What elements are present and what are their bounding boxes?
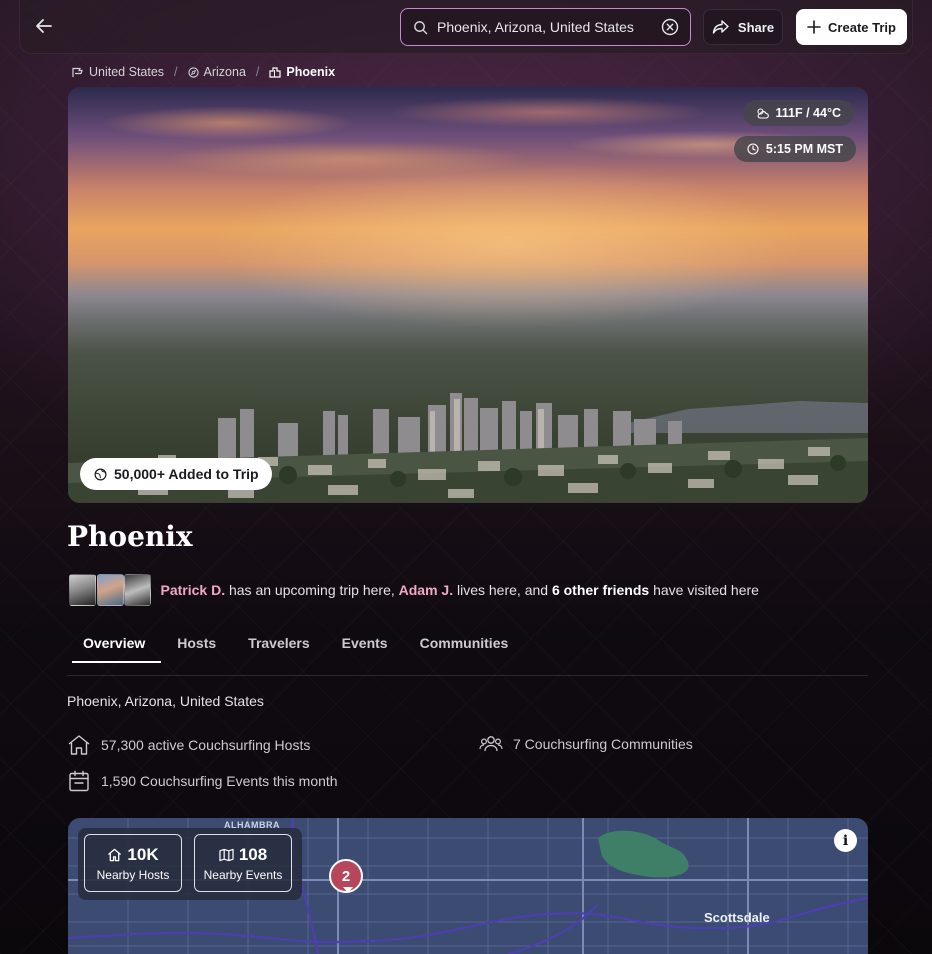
clear-circle-icon [661, 18, 679, 36]
calendar-icon [69, 770, 89, 792]
tab-travelers[interactable]: Travelers [232, 619, 326, 667]
group-icon [479, 736, 503, 752]
local-time-badge: 5:15 PM MST [733, 136, 856, 162]
hosts-stat: 57,300 active Couchsurfing Hosts [67, 734, 310, 756]
flag-icon [72, 67, 83, 77]
friends-text-segment: has an upcoming trip here, [225, 582, 399, 598]
friend-link-patrick[interactable]: Patrick D. [161, 582, 226, 598]
avatar[interactable] [69, 574, 96, 606]
tab-overview[interactable]: Overview [67, 619, 162, 667]
friends-text-segment: lives here, and [453, 582, 552, 598]
search-input[interactable] [437, 19, 660, 35]
tab-communities[interactable]: Communities [404, 619, 525, 667]
clock-icon [747, 143, 759, 155]
added-to-trip-text: 50,000+ Added to Trip [114, 466, 259, 482]
arrow-left-icon [36, 19, 52, 33]
events-stat-text: 1,590 Couchsurfing Events this month [101, 773, 338, 789]
search-field[interactable] [400, 8, 691, 46]
breadcrumb-item-country[interactable]: United States [72, 65, 164, 79]
tab-hosts[interactable]: Hosts [161, 619, 232, 667]
tab-events[interactable]: Events [326, 619, 404, 667]
share-icon [712, 20, 729, 34]
city-icon [269, 66, 282, 78]
breadcrumb-label: United States [89, 65, 165, 79]
clear-search-button[interactable] [660, 17, 680, 37]
communities-stat: 7 Couchsurfing Communities [479, 734, 693, 754]
location-text: Phoenix, Arizona, United States [67, 693, 264, 709]
nearby-events-button[interactable]: 108 Nearby Events [194, 834, 292, 892]
cloud-sun-icon [756, 108, 769, 119]
nearby-hosts-count: 10K [127, 844, 159, 864]
avatar[interactable] [124, 574, 151, 606]
events-stat: 1,590 Couchsurfing Events this month [67, 770, 338, 792]
hosts-stat-text: 57,300 active Couchsurfing Hosts [101, 737, 311, 753]
city-hero-image: 111F / 44°C 5:15 PM MST 50,000+ Added to… [68, 87, 868, 503]
home-icon [108, 848, 122, 861]
friends-text-segment: have visited here [649, 582, 759, 598]
place-label-scottsdale: Scottsdale [704, 910, 770, 925]
city-title: Phoenix [67, 520, 193, 553]
map-cluster-pin[interactable]: 2 [329, 859, 363, 893]
map-icon [219, 848, 234, 861]
create-trip-button[interactable]: Create Trip [796, 9, 907, 45]
home-icon [68, 735, 90, 755]
nearby-hosts-label: Nearby Hosts [96, 867, 170, 882]
top-bar: Share Create Trip [19, 0, 913, 54]
breadcrumb-item-city: Phoenix [269, 65, 335, 79]
breadcrumb-separator: / [255, 65, 260, 79]
globe-icon [94, 468, 107, 480]
other-friends-link[interactable]: 6 other friends [552, 582, 649, 598]
temperature-text: 111F / 44°C [775, 106, 841, 120]
breadcrumb: United States / Arizona / Phoenix [72, 64, 335, 80]
friends-activity: Patrick D. has an upcoming trip here, Ad… [69, 574, 759, 606]
back-button[interactable] [30, 12, 58, 40]
nearby-hosts-button[interactable]: 10K Nearby Hosts [84, 834, 182, 892]
breadcrumb-label: Phoenix [286, 65, 336, 79]
friends-summary: Patrick D. has an upcoming trip here, Ad… [161, 582, 759, 598]
added-to-trip-pill[interactable]: 50,000+ Added to Trip [80, 458, 272, 490]
nearby-events-label: Nearby Events [203, 867, 283, 882]
compass-icon [187, 66, 199, 78]
friend-avatars[interactable] [69, 574, 152, 606]
nearby-events-count: 108 [238, 844, 268, 864]
breadcrumb-label: Arizona [203, 65, 246, 79]
breadcrumb-item-state[interactable]: Arizona [187, 65, 246, 79]
create-trip-label: Create Trip [828, 19, 896, 35]
friend-link-adam[interactable]: Adam J. [399, 582, 453, 598]
plus-icon [807, 20, 821, 34]
city-tabs: Overview Hosts Travelers Events Communit… [67, 628, 868, 676]
share-button[interactable]: Share [703, 9, 783, 45]
city-map[interactable]: ALHAMBRA Scottsdale 10K Nearby Hosts 108… [68, 818, 868, 954]
weather-badge: 111F / 44°C [742, 100, 854, 126]
map-info-button[interactable]: i [834, 829, 857, 852]
share-label: Share [737, 19, 775, 35]
communities-stat-text: 7 Couchsurfing Communities [513, 736, 693, 752]
breadcrumb-separator: / [174, 65, 178, 79]
search-icon [414, 20, 428, 34]
avatar[interactable] [96, 574, 124, 606]
map-stats-card: 10K Nearby Hosts 108 Nearby Events [78, 828, 302, 900]
local-time-text: 5:15 PM MST [765, 142, 843, 156]
